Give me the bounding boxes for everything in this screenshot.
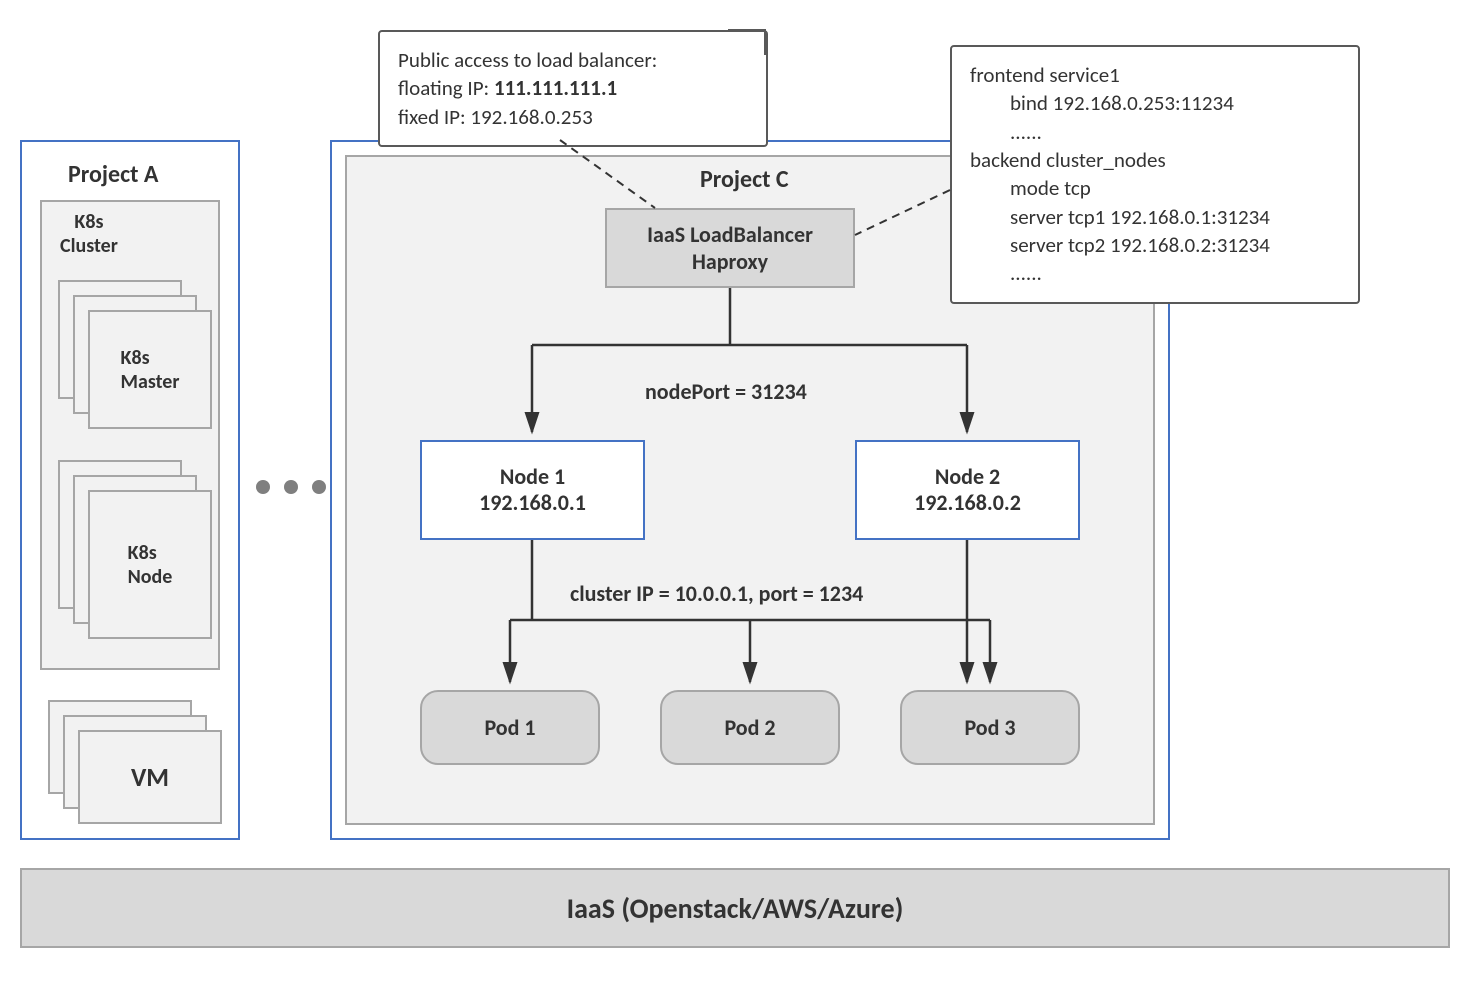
haproxy-l5: mode tcp (970, 174, 1340, 202)
pod3-box: Pod 3 (900, 690, 1080, 765)
haproxy-l1: frontend service1 (970, 61, 1340, 89)
callout-lb-line3: fixed IP: 192.168.0.253 (398, 103, 748, 131)
pod1-box: Pod 1 (420, 690, 600, 765)
ellipsis-dots (256, 480, 326, 494)
haproxy-l6: server tcp1 192.168.0.1:31234 (970, 203, 1340, 231)
node2-name: Node 2 (935, 464, 1000, 490)
node2-ip: 192.168.0.2 (914, 490, 1021, 516)
project-a-title: Project A (68, 160, 158, 189)
vm-card: VM (78, 730, 222, 824)
node1-box: Node 1 192.168.0.1 (420, 440, 645, 540)
nodeport-label: nodePort = 31234 (645, 378, 807, 405)
node1-name: Node 1 (500, 464, 565, 490)
haproxy-l4: backend cluster_nodes (970, 146, 1340, 174)
k8s-cluster-label: K8s Cluster (60, 210, 118, 258)
loadbalancer-line1: IaaS LoadBalancer (647, 221, 813, 248)
iaas-bar: IaaS (Openstack/AWS/Azure) (20, 868, 1450, 948)
haproxy-l2: bind 192.168.0.253:11234 (970, 89, 1340, 117)
project-c-title: Project C (700, 165, 789, 194)
callout-public-access: Public access to load balancer: floating… (378, 30, 768, 147)
node1-ip: 192.168.0.1 (479, 490, 586, 516)
pod2-box: Pod 2 (660, 690, 840, 765)
loadbalancer-box: IaaS LoadBalancer Haproxy (605, 208, 855, 288)
callout-lb-line2b: 111.111.111.1 (494, 75, 617, 101)
k8s-master-card: K8s Master (88, 310, 212, 429)
k8s-master-stack: K8s Master (58, 280, 208, 425)
callout-haproxy-config: frontend service1 bind 192.168.0.253:112… (950, 45, 1360, 304)
haproxy-l8: ...... (970, 259, 1340, 287)
haproxy-l3: ...... (970, 118, 1340, 146)
clusterip-label: cluster IP = 10.0.0.1, port = 1234 (570, 580, 863, 607)
callout-lb-line2a: floating IP: (398, 75, 494, 101)
callout-lb-line1: Public access to load balancer: (398, 46, 748, 74)
vm-stack: VM (48, 700, 218, 825)
k8s-node-card: K8s Node (88, 490, 212, 639)
haproxy-l7: server tcp2 192.168.0.2:31234 (970, 231, 1340, 259)
k8s-node-stack: K8s Node (58, 460, 208, 635)
loadbalancer-line2: Haproxy (692, 248, 768, 275)
node2-box: Node 2 192.168.0.2 (855, 440, 1080, 540)
